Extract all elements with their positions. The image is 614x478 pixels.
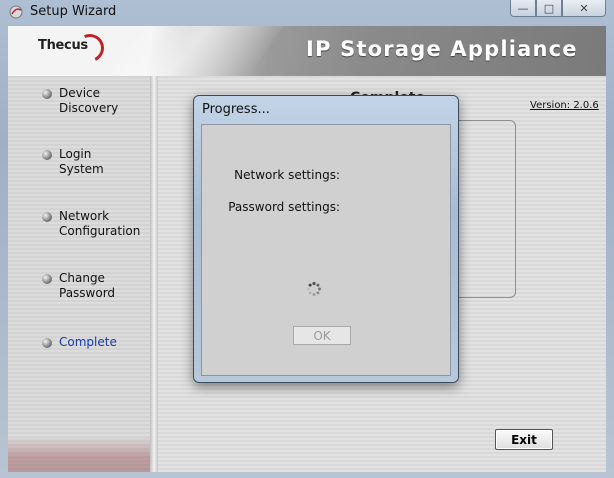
step-complete[interactable]: Complete <box>42 335 117 350</box>
logo-ring-icon <box>72 30 108 66</box>
step-label: Change Password <box>59 271 116 300</box>
step-label: Login System <box>59 147 104 176</box>
dialog-title: Progress... <box>202 102 270 117</box>
step-bullet-icon <box>42 274 52 284</box>
step-bullet-icon <box>42 150 52 160</box>
step-device-discovery[interactable]: Device Discovery <box>42 86 118 116</box>
password-settings-label: Password settings: <box>228 200 340 214</box>
sidebar-accent-band <box>8 436 150 472</box>
loading-spinner-icon <box>307 281 321 296</box>
progress-dialog: Progress... Network settings: Password s… <box>193 95 459 383</box>
step-bullet-icon <box>42 212 52 222</box>
product-title: IP Storage Appliance <box>306 37 578 61</box>
close-button[interactable]: ✕ <box>562 0 606 17</box>
minimize-icon: — <box>517 1 529 15</box>
network-settings-label: Network settings: <box>234 168 340 182</box>
minimize-button[interactable]: — <box>510 0 536 17</box>
version-link[interactable]: Version: 2.0.6 <box>530 100 599 111</box>
step-change-password[interactable]: Change Password <box>42 271 115 301</box>
step-network-configuration[interactable]: Network Configuration <box>42 209 140 239</box>
step-label: Device Discovery <box>59 86 119 115</box>
step-bullet-icon <box>42 89 52 99</box>
app-icon <box>9 5 23 19</box>
window-controls: — □ ✕ <box>510 0 606 18</box>
step-label: Network Configuration <box>59 209 141 238</box>
maximize-icon: □ <box>543 1 555 15</box>
title-bar[interactable]: Setup Wizard — □ ✕ <box>0 0 614 24</box>
step-label: Complete <box>59 335 117 349</box>
close-icon: ✕ <box>579 1 589 15</box>
ok-button[interactable]: OK <box>293 326 351 345</box>
sidebar-divider <box>150 76 158 472</box>
header-banner: Thecus IP Storage Appliance <box>8 26 606 86</box>
step-login-system[interactable]: Login System <box>42 147 104 177</box>
window-title: Setup Wizard <box>30 4 117 19</box>
setup-wizard-window: Setup Wizard — □ ✕ Thecus IP Storage App… <box>0 0 614 478</box>
maximize-button[interactable]: □ <box>536 0 562 17</box>
dialog-body: Network settings: Password settings: OK <box>201 124 451 376</box>
exit-button[interactable]: Exit <box>495 429 553 450</box>
step-bullet-icon <box>42 338 52 348</box>
wizard-sidebar: Device Discovery Login System Network Confi… <box>8 76 150 472</box>
